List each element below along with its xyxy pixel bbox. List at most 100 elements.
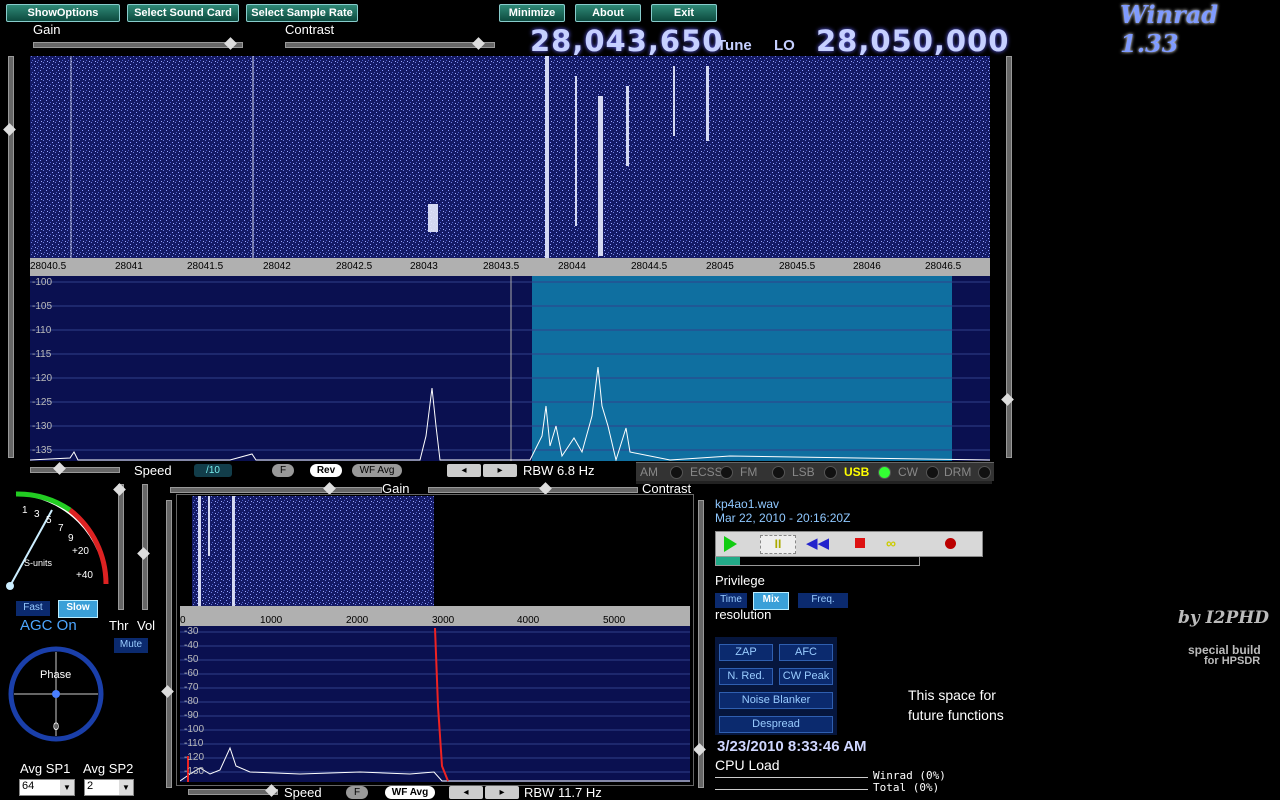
mode-ecss-button[interactable]: ECSS (686, 462, 736, 481)
lower-gain-knob[interactable] (323, 482, 336, 495)
play-icon[interactable] (724, 536, 737, 552)
audio-freq-tick: 5000 (603, 615, 626, 626)
mute-button[interactable]: Mute (114, 638, 148, 653)
agc-fast-button[interactable]: Fast (16, 601, 50, 616)
db-tick: -110 (32, 325, 52, 336)
audio-db-tick: -60 (184, 668, 199, 679)
lower-wf-avg-button[interactable]: WF Avg (385, 786, 435, 799)
file-date: Mar 22, 2010 - 20:16:20Z (715, 511, 851, 525)
wf-avg-button[interactable]: WF Avg (352, 464, 402, 477)
contrast-slider-knob[interactable] (472, 37, 485, 50)
rbw-label: RBW 6.8 Hz (523, 463, 595, 478)
avg-sp1-value: 64 (22, 780, 35, 792)
lower-right-vertical-knob[interactable] (693, 743, 706, 756)
select-sample-rate-button[interactable]: Select Sample Rate (246, 4, 358, 22)
speed-slider-knob[interactable] (53, 462, 66, 475)
lower-f-button[interactable]: F (346, 786, 368, 799)
main-waterfall[interactable] (30, 56, 990, 258)
audio-db-tick: -100 (184, 724, 205, 735)
vol-slider[interactable] (137, 484, 150, 610)
contrast-slider[interactable] (285, 37, 495, 50)
freq-tick: 28041 (115, 261, 143, 272)
playback-progress[interactable] (715, 556, 920, 566)
main-spectrum[interactable] (30, 276, 990, 461)
avg-sp1-select[interactable]: 64 ▼ (19, 779, 75, 796)
lo-frequency-display[interactable]: 28,050,000 (816, 24, 1009, 58)
main-right-vertical-knob[interactable] (1001, 393, 1014, 406)
show-options-button[interactable]: ShowOptions (6, 4, 120, 22)
audio-spectrum[interactable] (180, 626, 690, 782)
db-tick: -120 (32, 373, 53, 384)
thr-slider-knob[interactable] (113, 483, 126, 496)
lower-step-right-button[interactable]: ▸ (485, 786, 519, 799)
loop-icon[interactable]: ∞ (886, 535, 896, 551)
audio-db-tick: -50 (184, 654, 199, 665)
about-button[interactable]: About (575, 4, 641, 22)
audio-freq-tick: 0 (180, 615, 186, 626)
f-button[interactable]: F (272, 464, 294, 477)
step-right-button[interactable]: ▸ (483, 464, 517, 477)
afc-button[interactable]: AFC (779, 644, 833, 661)
audio-freq-tick: 1000 (260, 615, 283, 626)
step-left-button[interactable]: ◂ (447, 464, 481, 477)
mode-lsb-button[interactable]: LSB (788, 462, 840, 481)
audio-db-tick: -70 (184, 682, 199, 693)
rev-button[interactable]: Rev (310, 464, 342, 477)
mode-am-button[interactable]: AM (636, 462, 686, 481)
audio-waterfall[interactable] (180, 496, 690, 606)
file-name: kp4ao1.wav (715, 497, 780, 511)
lower-speed-slider[interactable] (188, 784, 278, 797)
noise-blanker-button[interactable]: Noise Blanker (719, 692, 833, 709)
main-left-vertical-slider[interactable] (3, 56, 16, 458)
mode-drm-button[interactable]: DRM (940, 462, 994, 481)
freq-tick: 28044 (558, 261, 586, 272)
credits-for: for HPSDR (1204, 655, 1261, 667)
dsp-panel: ZAP AFC N. Red. CW Peak Noise Blanker De… (715, 637, 837, 735)
zap-button[interactable]: ZAP (719, 644, 773, 661)
exit-button[interactable]: Exit (651, 4, 717, 22)
select-sound-card-button[interactable]: Select Sound Card (127, 4, 239, 22)
gain-slider[interactable] (33, 37, 243, 50)
record-icon[interactable] (945, 538, 956, 549)
mode-usb-label: USB (844, 465, 870, 479)
speed-slider[interactable] (30, 462, 120, 475)
lower-left-vertical-knob[interactable] (161, 685, 174, 698)
avg-sp1-label: Avg SP1 (20, 761, 71, 776)
playback-progress-fill (716, 557, 741, 565)
privilege-freq-button[interactable]: Freq. (798, 593, 848, 608)
app-title: Winrad 1.33 (1120, 0, 1219, 58)
lower-right-vertical-slider[interactable] (693, 500, 706, 788)
privilege-time-button[interactable]: Time (715, 593, 747, 608)
lower-speed-knob[interactable] (265, 784, 278, 797)
cw-peak-button[interactable]: CW Peak (779, 668, 833, 685)
audio-db-tick: -40 (184, 640, 199, 651)
pause-icon[interactable]: II (760, 535, 796, 554)
audio-db-tick: -110 (184, 738, 204, 749)
rewind-icon[interactable]: ◀◀ (806, 534, 829, 552)
main-right-vertical-slider[interactable] (1001, 56, 1014, 458)
lower-contrast-slider[interactable] (428, 482, 638, 495)
noise-reduction-button[interactable]: N. Red. (719, 668, 773, 685)
vol-slider-knob[interactable] (137, 547, 150, 560)
lower-contrast-knob[interactable] (539, 482, 552, 495)
gain-slider-knob[interactable] (224, 37, 237, 50)
mode-usb-button[interactable]: USB (840, 462, 894, 481)
speed-divider-button[interactable]: /10 (194, 464, 232, 477)
mode-cw-button[interactable]: CW (894, 462, 942, 481)
tune-frequency-display[interactable]: 28,043,650 (530, 24, 723, 58)
audio-freq-tick: 4000 (517, 615, 540, 626)
db-tick: -135 (32, 445, 53, 456)
main-left-vertical-knob[interactable] (3, 123, 16, 136)
lower-left-vertical-slider[interactable] (161, 500, 174, 788)
cpu-total-bar (715, 789, 868, 790)
stop-icon[interactable] (855, 538, 865, 548)
s-meter-scale-5: 5 (46, 515, 52, 526)
lower-gain-slider[interactable] (170, 482, 382, 495)
agc-slow-button[interactable]: Slow (58, 600, 98, 618)
despread-button[interactable]: Despread (719, 716, 833, 733)
minimize-button[interactable]: Minimize (499, 4, 565, 22)
avg-sp2-select[interactable]: 2 ▼ (84, 779, 134, 796)
thr-slider[interactable] (113, 483, 126, 610)
mode-fm-button[interactable]: FM (736, 462, 788, 481)
lower-step-left-button[interactable]: ◂ (449, 786, 483, 799)
